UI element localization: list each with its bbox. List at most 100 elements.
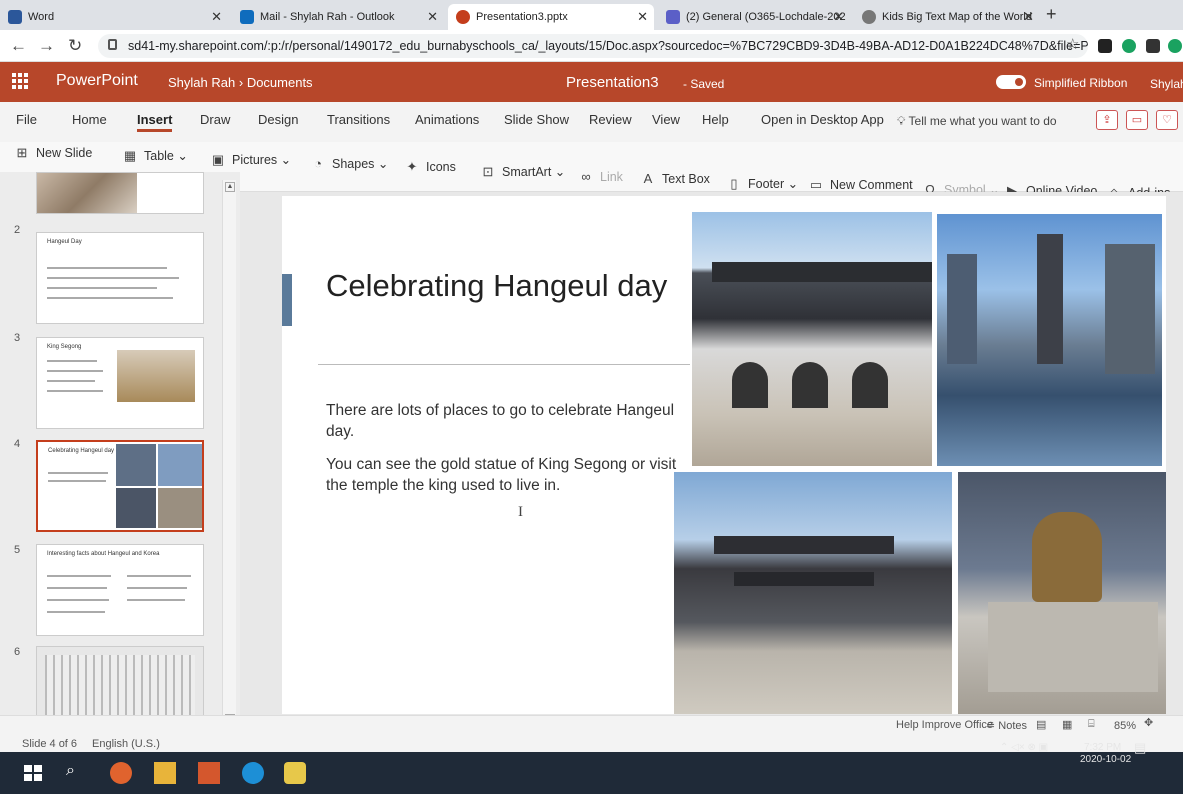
tab-help[interactable]: Help [702,112,729,127]
slide-thumbnail-4[interactable]: Celebrating Hangeul day [36,440,204,532]
profile-icon[interactable] [1168,39,1182,53]
notifications-icon[interactable]: ▤ [1134,740,1146,756]
slide-thumbnail-1[interactable] [36,172,204,214]
thumbnail-scrollbar[interactable]: ▲ ▼ [222,180,236,728]
tab-outlook[interactable]: Mail - Shylah Rah - Outlook ✕ [232,4,444,30]
address-bar-row: ← → ↻ sd41-my.sharepoint.com/:p:/r/perso… [0,30,1183,62]
puzzle-icon[interactable] [1146,39,1160,53]
palace-gate-photo[interactable] [692,212,932,466]
extension-icon[interactable] [1122,39,1136,53]
tab-word[interactable]: Word ✕ [0,4,228,30]
file-explorer-icon[interactable] [154,762,176,784]
tab-file[interactable]: File [16,112,37,127]
footer-button[interactable]: ▯ Footer ⌄ [726,176,798,191]
notes-button[interactable]: ≘ Notes [986,719,1027,732]
new-slide-button[interactable]: ⊞ New Slide [14,145,93,161]
new-tab-button[interactable]: + [1046,4,1057,25]
city-statue-photo[interactable] [937,214,1162,466]
close-tab-icon[interactable]: ✕ [427,9,438,25]
breadcrumb-folder[interactable]: Documents [247,75,313,90]
new-comment-button[interactable]: ▭ New Comment [808,178,913,193]
shapes-button[interactable]: ◔ Shapes ⌄ [310,156,388,171]
reload-icon[interactable]: ↻ [68,36,82,56]
normal-view-icon[interactable]: ▤ [1036,718,1046,731]
smartart-button[interactable]: ⊡ SmartArt ⌄ [480,164,566,179]
tab-review[interactable]: Review [589,112,632,127]
close-tab-icon[interactable]: ✕ [1023,9,1034,25]
document-title[interactable]: Presentation3 [566,74,659,91]
slide-title[interactable]: Celebrating Hangeul day [326,268,686,303]
clock-time[interactable]: 7:32 PM [1084,742,1121,753]
close-tab-icon[interactable]: ✕ [833,9,844,25]
table-button[interactable]: ▦ Table ⌄ [122,148,188,163]
search-icon[interactable]: ⌕ [66,762,88,784]
tab-transitions[interactable]: Transitions [327,112,390,127]
new-slide-label: New Slide [36,146,93,160]
tab-view[interactable]: View [652,112,680,127]
scroll-up-icon[interactable]: ▲ [225,182,235,192]
start-icon[interactable] [24,762,46,784]
king-statue-photo[interactable] [958,472,1166,714]
tab-draw[interactable]: Draw [200,112,230,127]
slide-number: 6 [14,646,21,658]
new-slide-icon: ⊞ [16,145,28,160]
zoom-level[interactable]: 85% [1114,720,1136,732]
share-icon[interactable]: ⇪ [1096,110,1118,130]
slide-number: 5 [14,544,21,556]
user-name[interactable]: Shylah [1150,77,1183,91]
slide-paragraph-2[interactable]: You can see the gold statue of King Sego… [326,454,696,496]
url-field[interactable]: sd41-my.sharepoint.com/:p:/r/personal/14… [98,34,1088,58]
tab-design[interactable]: Design [258,112,298,127]
tab-map[interactable]: Kids Big Text Map of the World ✕ [854,4,1040,30]
bookmark-star-icon[interactable]: ☆ [1066,35,1079,53]
icons-button[interactable]: ✦ Icons [404,160,456,175]
comments-icon[interactable]: ▭ [1126,110,1148,130]
extension-icon[interactable] [1098,39,1112,53]
thumbnail-title: Hangeul Day [47,239,82,245]
app-launcher-icon[interactable] [12,73,28,89]
close-tab-icon[interactable]: ✕ [211,9,222,25]
clock-date[interactable]: 2020-10-02 [1080,754,1131,765]
chrome-icon[interactable] [110,762,132,784]
breadcrumb[interactable]: Shylah Rah › Documents [168,75,313,90]
teams-icon [666,10,680,24]
forward-icon[interactable]: → [38,36,55,56]
help-improve-office[interactable]: Help Improve Office [896,719,993,731]
back-icon[interactable]: ← [10,36,27,56]
shapes-label: Shapes [332,156,375,171]
app-name[interactable]: PowerPoint [56,72,138,90]
slide-number: 2 [14,224,21,236]
pictures-button[interactable]: ▣ Pictures ⌄ [210,152,291,167]
language-indicator[interactable]: English (U.S.) [92,738,160,750]
edge-icon[interactable] [242,762,264,784]
tab-home[interactable]: Home [72,112,107,127]
tab-animations[interactable]: Animations [415,112,479,127]
tab-slide-show[interactable]: Slide Show [504,112,569,127]
tell-me-search[interactable]: 💡︎ Tell me what you want to do [897,114,1057,129]
open-in-desktop-app[interactable]: Open in Desktop App [761,112,884,127]
tab-insert[interactable]: Insert [137,112,173,132]
simplified-ribbon-label: Simplified Ribbon [1034,76,1128,90]
tab-teams[interactable]: (2) General (O365-Lochdale-202 ✕ [658,4,850,30]
link-button[interactable]: ∞ Link [578,170,623,185]
app-icon[interactable] [198,762,220,784]
reading-view-icon[interactable]: ⌸ [1088,718,1095,731]
notes-icon: ≘ [986,720,999,732]
slide-sorter-icon[interactable]: ▦ [1062,718,1072,731]
slide-canvas[interactable]: Celebrating Hangeul day There are lots o… [282,196,1166,714]
slide-thumbnail-2[interactable]: Hangeul Day [36,232,204,324]
slide-paragraph-1[interactable]: There are lots of places to go to celebr… [326,400,696,442]
thumbnail-image [117,350,195,402]
close-tab-icon[interactable]: ✕ [637,9,648,25]
tab-presentation[interactable]: Presentation3.pptx ✕ [448,4,654,30]
text-box-button[interactable]: A Text Box [640,172,710,187]
fit-slide-icon[interactable]: ✥ [1144,716,1153,729]
palace-hall-photo[interactable] [674,472,952,714]
simplified-ribbon-toggle[interactable] [996,75,1026,89]
breadcrumb-user[interactable]: Shylah Rah [168,75,235,90]
system-tray-icons[interactable]: ⌃ ◁× ⊗ ▣ [1000,742,1048,753]
app-icon[interactable] [284,762,306,784]
feedback-icon[interactable]: ♡ [1156,110,1178,130]
slide-thumbnail-5[interactable]: Interesting facts about Hangeul and Kore… [36,544,204,636]
slide-thumbnail-3[interactable]: King Segong [36,337,204,429]
